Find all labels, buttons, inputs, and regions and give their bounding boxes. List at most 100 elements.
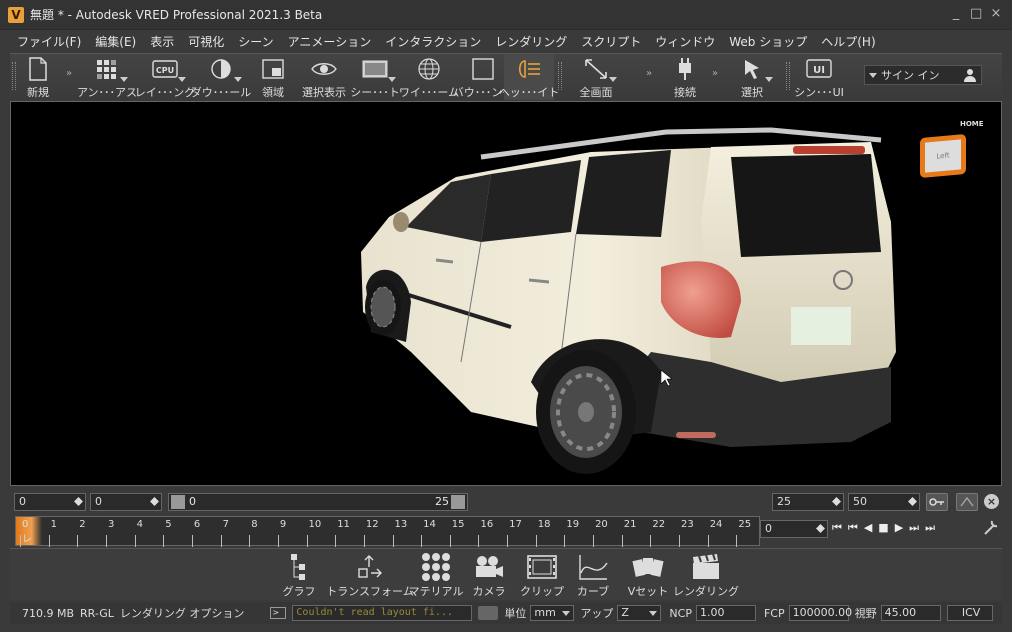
menu-interaction[interactable]: インタラクション	[378, 33, 488, 50]
menu-rendering[interactable]: レンダリング	[488, 33, 574, 50]
toolbar-grip[interactable]	[12, 62, 16, 90]
ncp-input[interactable]: 1.00	[695, 605, 756, 621]
menu-window[interactable]: ウィンドウ	[648, 33, 722, 50]
dropdown-arrow-icon[interactable]	[765, 77, 773, 82]
menu-scene[interactable]: シーン	[231, 33, 280, 50]
headlight-button[interactable]: ヘッ･･･イト	[499, 54, 559, 100]
prev-key-button[interactable]: ⏮	[848, 521, 858, 535]
up-axis-select[interactable]: Z	[617, 605, 662, 621]
fullscreen-button[interactable]: 全画面	[576, 54, 617, 100]
ruler-tick-label: 23	[681, 519, 694, 530]
downscale-button[interactable]: ダウ･･･ール	[191, 54, 251, 100]
scene-plate-label: シー･･･ト	[350, 86, 400, 99]
auto-key-button[interactable]	[956, 493, 978, 511]
graph-module-button[interactable]: グラフ	[282, 551, 316, 599]
svg-text:UI: UI	[813, 65, 825, 76]
region-label: 領域	[262, 86, 284, 99]
select-display-label: 選択表示	[302, 86, 346, 99]
ruler-tick-label: 24	[709, 519, 723, 530]
module-bar: グラフ トランスフォーム マテリアル カメラ クリップ カーブ Vセット レンダ…	[10, 548, 1002, 600]
new-button[interactable]: 新規	[22, 54, 54, 100]
menu-webshop[interactable]: Web ショップ	[722, 33, 814, 50]
key-button[interactable]	[926, 493, 948, 511]
close-window-button[interactable]: ×	[990, 6, 1002, 21]
sign-in-dropdown[interactable]: サイン イン	[864, 65, 982, 85]
icv-button[interactable]: ICV	[946, 605, 993, 621]
wireframe-sphere-icon	[414, 56, 444, 82]
range-start-label: 0	[189, 495, 196, 508]
skip-start-button[interactable]: ⏮	[832, 521, 842, 535]
current-frame-spinbox[interactable]: 0	[90, 493, 162, 511]
scene-plate-button[interactable]: シー･･･ト	[350, 54, 400, 100]
antialiasing-button[interactable]: アン･･･アス	[77, 54, 137, 100]
graph-icon	[283, 551, 315, 583]
wrench-icon[interactable]	[982, 518, 1000, 536]
end-frame-spinbox[interactable]: 25	[772, 493, 844, 511]
material-module-button[interactable]: マテリアル	[409, 551, 463, 599]
dropdown-arrow-icon[interactable]	[178, 77, 186, 82]
camera-module-button[interactable]: カメラ	[472, 551, 506, 599]
fov-input[interactable]: 45.00	[880, 605, 941, 621]
curve-module-button[interactable]: カーブ	[576, 551, 610, 599]
skip-end-button[interactable]: ⏭	[925, 521, 935, 535]
navigation-cube[interactable]: HOME Left	[916, 120, 984, 180]
clip-module-button[interactable]: クリップ	[520, 551, 564, 599]
toolbar-grip[interactable]	[786, 62, 790, 90]
menu-script[interactable]: スクリプト	[574, 33, 648, 50]
frame-range-slider[interactable]: 0 25	[168, 493, 468, 511]
render-options-link[interactable]: レンダリング オプション	[120, 605, 245, 621]
bounding-box-icon	[468, 56, 498, 82]
play-button[interactable]: ▶	[895, 521, 903, 535]
range-start-handle[interactable]	[171, 495, 185, 509]
console-clear-button[interactable]	[478, 606, 499, 620]
menu-view[interactable]: 表示	[143, 33, 181, 50]
frame-input-value: 0	[765, 522, 772, 535]
menu-visualization[interactable]: 可視化	[181, 33, 231, 50]
select-display-button[interactable]: 選択表示	[298, 54, 350, 100]
region-button[interactable]: 領域	[258, 54, 288, 100]
material-grid-icon	[420, 551, 452, 583]
play-backward-button[interactable]: ◀	[864, 521, 872, 535]
next-key-button[interactable]: ⏭	[909, 521, 919, 535]
menu-edit[interactable]: 編集(E)	[88, 33, 143, 50]
home-icon[interactable]: HOME	[960, 120, 984, 128]
console-output[interactable]: Couldn't read layout fi...	[292, 605, 473, 621]
rendering-module-button[interactable]: レンダリング	[673, 551, 739, 599]
connect-button[interactable]: 接続	[670, 54, 700, 100]
maximize-button[interactable]: □	[970, 6, 982, 21]
menu-help[interactable]: ヘルプ(H)	[814, 33, 882, 50]
dropdown-arrow-icon[interactable]	[120, 77, 128, 82]
fps-spinbox[interactable]: 50	[848, 493, 920, 511]
selection-button[interactable]: 選択	[734, 54, 773, 100]
vset-module-button[interactable]: Vセット	[628, 551, 668, 599]
chevron-icon: »	[712, 68, 719, 79]
raytracing-button[interactable]: CPU レイ･･･ング	[135, 54, 195, 100]
up-axis-label: アップ	[580, 607, 614, 620]
dropdown-arrow-icon[interactable]	[609, 77, 617, 82]
transform-module-button[interactable]: トランスフォーム	[326, 551, 414, 599]
minimize-button[interactable]: _	[950, 6, 962, 21]
frame-input[interactable]: 0	[760, 520, 828, 538]
key-icon	[929, 498, 944, 506]
dropdown-arrow-icon[interactable]	[388, 77, 396, 82]
timeline-ruler[interactable]: 0 レーム12345678910111213141516171819202122…	[15, 516, 760, 575]
render-viewport[interactable]: HOME Left	[10, 101, 1002, 486]
range-end-handle[interactable]	[451, 495, 465, 509]
simple-ui-button[interactable]: UI シン･･･UI	[794, 54, 844, 100]
toolbar-grip[interactable]	[558, 62, 562, 90]
unit-select[interactable]: mm	[530, 605, 575, 621]
ruler-tick-label: 15	[451, 519, 465, 530]
stop-button[interactable]: ■	[878, 521, 888, 535]
window-title: 無題 * - Autodesk VRED Professional 2021.3…	[30, 8, 323, 22]
fcp-input[interactable]: 100000.00	[788, 605, 852, 621]
terminal-icon[interactable]: >	[270, 607, 287, 619]
close-timeline-icon[interactable]: ×	[984, 494, 999, 509]
menu-file[interactable]: ファイル(F)	[10, 33, 88, 50]
menu-animation[interactable]: アニメーション	[281, 33, 379, 50]
transport-controls: ⏮ ⏮ ◀ ■ ▶ ⏭ ⏭	[832, 521, 935, 535]
start-frame-spinbox[interactable]: 0	[14, 493, 86, 511]
wireframe-button[interactable]: ワイ･･･ーム	[399, 54, 459, 100]
clip-film-icon	[526, 551, 558, 583]
dropdown-arrow-icon[interactable]	[234, 77, 242, 82]
half-circle-icon	[206, 56, 242, 82]
